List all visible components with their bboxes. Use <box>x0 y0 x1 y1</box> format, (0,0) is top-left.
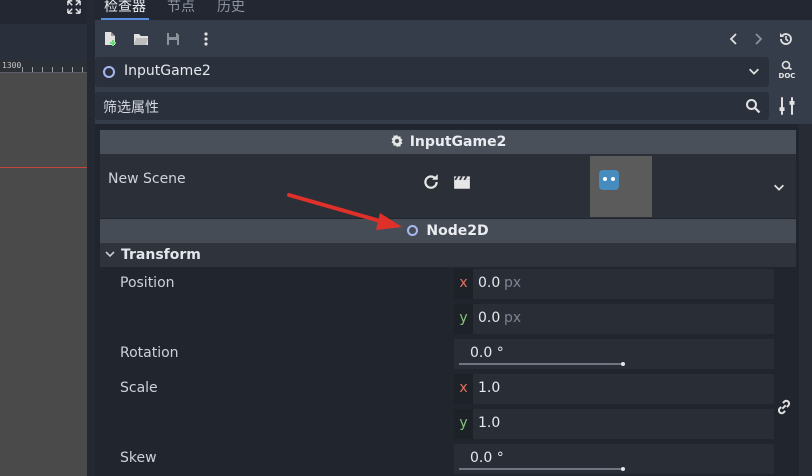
filter-placeholder: 筛选属性 <box>103 100 159 116</box>
position-y-unit: px <box>504 310 522 326</box>
chevron-down-icon <box>749 68 759 75</box>
more-vertical-icon[interactable] <box>195 28 217 50</box>
save-icon[interactable] <box>162 28 184 50</box>
reload-icon[interactable] <box>422 173 440 191</box>
inspector-dock: 检查器 节点 历史 InputGame2 DOC 筛选属性 InputGame2… <box>95 0 812 476</box>
rotation-slider[interactable] <box>459 362 625 366</box>
scene-property-row: New Scene <box>100 154 796 218</box>
slider-knob[interactable] <box>621 362 625 366</box>
scale-y-value: 1.0 <box>478 415 501 431</box>
filter-properties-input[interactable]: 筛选属性 <box>95 92 769 120</box>
script-gear-icon <box>391 134 403 148</box>
inspector-scrollbar[interactable] <box>799 124 812 476</box>
dock-splitter[interactable] <box>87 0 95 476</box>
rotation-field[interactable]: 0.0 ° <box>454 339 774 369</box>
node-class-title: Node2D <box>426 223 489 239</box>
doc-label: DOC <box>778 72 796 80</box>
chevron-down-icon <box>105 251 115 258</box>
object-picker-label: InputGame2 <box>124 63 211 79</box>
scale-label: Scale <box>120 380 158 396</box>
slider-knob[interactable] <box>621 467 625 471</box>
axis-y-label: y <box>454 304 473 334</box>
property-options-icon[interactable] <box>777 96 797 116</box>
position-y-value: 0.0 <box>478 310 501 326</box>
inspector-property-list: InputGame2 New Scene Node2D Transform Po… <box>95 124 812 476</box>
viewport-toolbar <box>0 24 87 60</box>
tab-node[interactable]: 节点 <box>167 0 195 20</box>
position-y-field[interactable]: y 0.0 px <box>454 304 774 334</box>
history-back-icon[interactable] <box>723 28 745 50</box>
search-icon <box>746 99 761 114</box>
node-circle-icon <box>407 225 419 236</box>
skew-slider[interactable] <box>459 467 625 471</box>
canvas-viewport[interactable]: 1300 <box>0 0 87 476</box>
rotation-label: Rotation <box>120 345 179 361</box>
position-x-value: 0.0 <box>478 275 501 291</box>
tab-history[interactable]: 历史 <box>217 0 245 20</box>
scene-label: New Scene <box>108 171 186 187</box>
scale-x-value: 1.0 <box>478 380 501 396</box>
skew-value: 0.0 ° <box>470 450 504 466</box>
x-axis-guide-line <box>0 167 87 168</box>
position-label: Position <box>120 275 175 291</box>
clapperboard-icon[interactable] <box>453 173 471 191</box>
axis-y-label: y <box>454 409 473 439</box>
position-x-field[interactable]: x 0.0 px <box>454 269 774 299</box>
chevron-down-icon[interactable] <box>772 180 786 194</box>
doc-search-icon[interactable]: DOC <box>775 60 799 84</box>
scale-y-field[interactable]: y 1.0 <box>454 409 774 439</box>
scale-x-field[interactable]: x 1.0 <box>454 374 774 404</box>
godot-logo-icon <box>599 170 619 190</box>
new-resource-icon[interactable] <box>99 28 121 50</box>
link-icon[interactable] <box>775 398 793 416</box>
resource-header: InputGame2 <box>100 130 796 154</box>
skew-label: Skew <box>120 450 157 466</box>
ruler-ticks <box>22 67 87 72</box>
object-picker-dropdown[interactable]: InputGame2 <box>95 57 769 87</box>
axis-x-label: x <box>454 269 473 299</box>
resource-header-title: InputGame2 <box>409 134 507 150</box>
axis-x-label: x <box>454 374 473 404</box>
inspector-toolbar <box>95 24 812 54</box>
node-circle-icon <box>103 66 115 78</box>
viewport-top-bar <box>0 0 87 24</box>
expand-icon[interactable] <box>66 0 82 14</box>
position-x-unit: px <box>504 275 522 291</box>
object-history-icon[interactable] <box>775 28 797 50</box>
skew-field[interactable]: 0.0 ° <box>454 444 774 474</box>
dock-tab-bar: 检查器 节点 历史 <box>95 0 812 20</box>
ruler-label: 1300 <box>2 61 22 70</box>
rotation-value: 0.0 ° <box>470 345 504 361</box>
section-title: Transform <box>121 247 201 263</box>
node-class-header: Node2D <box>100 219 796 243</box>
horizontal-ruler: 1300 <box>0 60 87 73</box>
open-folder-icon[interactable] <box>130 28 152 50</box>
scene-thumbnail[interactable] <box>590 156 652 217</box>
transform-section-header[interactable]: Transform <box>100 243 796 267</box>
history-forward-icon[interactable] <box>747 28 769 50</box>
tab-inspector[interactable]: 检查器 <box>101 0 149 20</box>
